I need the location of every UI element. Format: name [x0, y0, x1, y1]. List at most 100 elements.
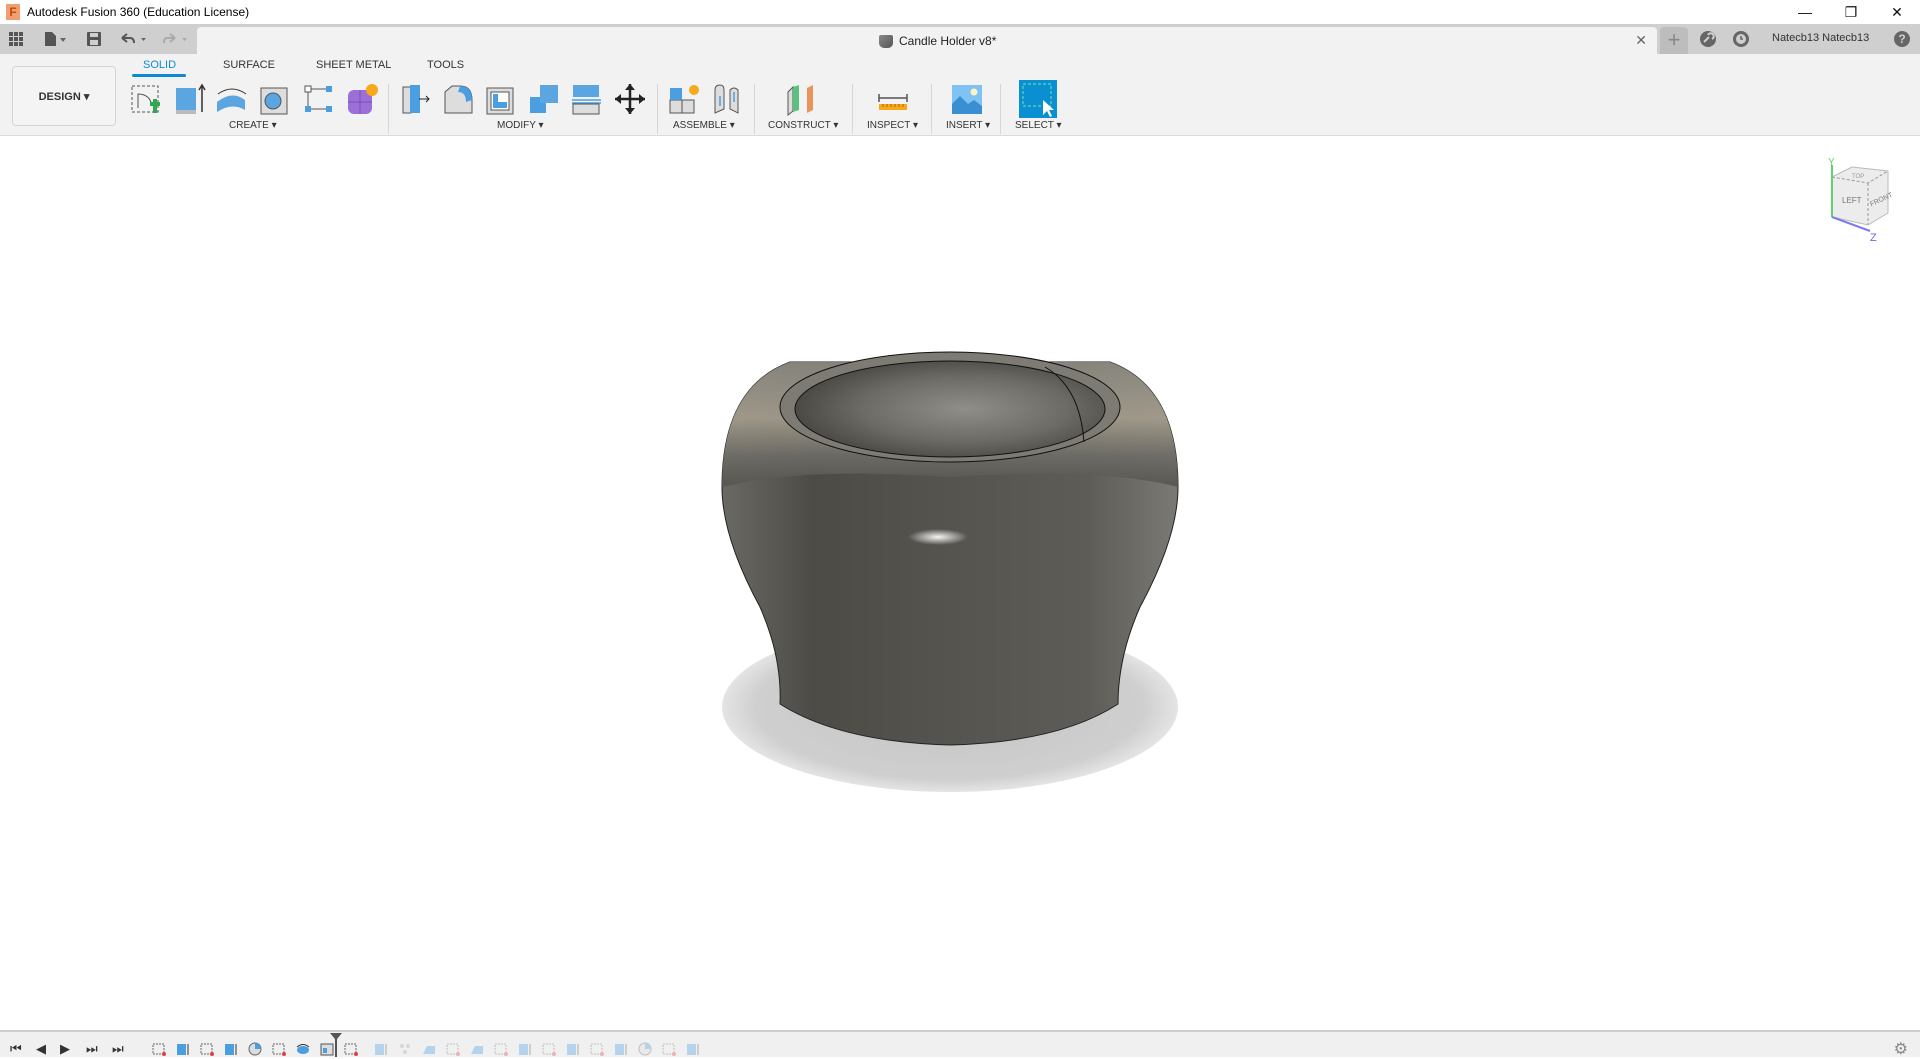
help-icon[interactable]: ? — [1894, 31, 1910, 47]
pattern-icon — [304, 85, 332, 112]
job-status-icon[interactable] — [1733, 31, 1749, 47]
play-button[interactable]: ▶ — [60, 1041, 70, 1057]
timeline-feature-extrude[interactable] — [614, 1042, 628, 1056]
timeline-feature-revolve[interactable] — [638, 1042, 652, 1056]
go-to-start-button[interactable]: ⏮ — [10, 1041, 22, 1057]
tab-strip: Candle Holder v8* ✕ + Natecb13 Natecb13 … — [0, 24, 1920, 54]
timeline-feature-sketch[interactable] — [446, 1042, 460, 1056]
timeline-feature-sketch[interactable] — [662, 1042, 676, 1056]
select-menu[interactable]: SELECT ▾ — [1015, 120, 1062, 131]
revolve-button[interactable] — [215, 82, 249, 116]
undo-button[interactable] — [116, 24, 150, 54]
timeline-feature-pattern[interactable] — [398, 1042, 412, 1056]
step-back-button[interactable]: ◀ — [36, 1041, 46, 1057]
extensions-icon[interactable] — [1700, 31, 1716, 47]
create-form-button[interactable] — [345, 82, 379, 116]
create-sketch-icon — [131, 85, 160, 113]
timeline-feature-extrude[interactable] — [566, 1042, 580, 1056]
timeline-feature-revolve[interactable] — [248, 1042, 262, 1056]
timeline-feature-sketch[interactable] — [200, 1042, 214, 1056]
construct-menu[interactable]: CONSTRUCT ▾ — [768, 120, 838, 131]
inspect-menu[interactable]: INSPECT ▾ — [867, 120, 918, 131]
file-icon — [45, 32, 66, 46]
pattern-button[interactable] — [302, 82, 336, 116]
undo-icon — [121, 33, 146, 44]
create-sketch-button[interactable] — [128, 82, 162, 116]
redo-button[interactable] — [158, 24, 192, 54]
document-tab[interactable]: Candle Holder v8* ✕ — [197, 27, 1657, 54]
joint-icon — [714, 84, 739, 114]
file-menu-button[interactable] — [38, 24, 72, 54]
viewcube-face-left[interactable]: LEFT — [1842, 196, 1862, 205]
timeline-feature-sketch[interactable] — [542, 1042, 556, 1056]
modify-menu[interactable]: MODIFY ▾ — [497, 120, 544, 131]
restore-button[interactable]: ❐ — [1828, 0, 1874, 24]
timeline-feature-sketch[interactable] — [590, 1042, 604, 1056]
document-tab-label: Candle Holder v8* — [879, 34, 996, 48]
step-forward-button[interactable]: ⏭ — [86, 1041, 98, 1057]
select-button[interactable] — [1019, 80, 1057, 118]
tab-tools[interactable]: TOOLS — [427, 59, 464, 71]
axis-z-label: Z — [1870, 232, 1877, 244]
user-account-button[interactable]: Natecb13 Natecb13 — [1772, 32, 1869, 44]
timeline-marker[interactable] — [330, 1033, 342, 1057]
move-icon — [615, 84, 645, 114]
timeline-feature-sketch[interactable] — [152, 1042, 166, 1056]
data-panel-button[interactable] — [4, 24, 28, 54]
timeline-feature-sketch[interactable] — [344, 1042, 358, 1056]
minimize-button[interactable]: — — [1782, 0, 1828, 24]
close-window-button[interactable]: ✕ — [1874, 0, 1920, 24]
joint-button[interactable] — [710, 82, 744, 116]
timeline-feature-extrude[interactable] — [224, 1042, 238, 1056]
workspace-switcher[interactable]: DESIGN ▾ — [12, 66, 116, 126]
go-to-end-button[interactable]: ⏭ — [112, 1041, 124, 1057]
tab-sheet-metal[interactable]: SHEET METAL — [316, 59, 391, 71]
measure-icon — [878, 94, 908, 110]
insert-image-button[interactable] — [950, 82, 984, 116]
timeline-feature-sketch[interactable] — [272, 1042, 286, 1056]
fillet-button[interactable] — [442, 82, 476, 116]
tab-surface[interactable]: SURFACE — [223, 59, 275, 71]
insert-image-icon — [952, 85, 982, 114]
timeline-feature-extrude[interactable] — [176, 1042, 190, 1056]
specular-highlight — [908, 529, 968, 545]
extrude-button[interactable] — [172, 82, 206, 116]
combine-button[interactable] — [527, 82, 561, 116]
model-canvas[interactable] — [0, 137, 1920, 1030]
timeline-feature-extrude[interactable] — [374, 1042, 388, 1056]
insert-menu[interactable]: INSERT ▾ — [946, 120, 990, 131]
offset-plane-button[interactable] — [785, 82, 819, 117]
press-pull-button[interactable] — [400, 82, 434, 116]
hole-button[interactable] — [258, 82, 292, 116]
title-bar: F Autodesk Fusion 360 (Education License… — [0, 0, 1920, 24]
fusion-logo-icon: F — [6, 4, 20, 20]
new-tab-button[interactable]: + — [1660, 27, 1688, 54]
timeline-feature-sketch[interactable] — [494, 1042, 508, 1056]
separator — [852, 84, 853, 134]
viewcube[interactable]: LEFT FRONT TOP Y Z — [1812, 155, 1902, 245]
timeline-feature-extrude[interactable] — [686, 1042, 700, 1056]
timeline-feature-shape[interactable] — [422, 1042, 436, 1056]
extrude-icon — [176, 83, 206, 114]
measure-button[interactable] — [876, 82, 910, 116]
separator — [388, 84, 389, 134]
split-body-button[interactable] — [570, 82, 604, 116]
create-menu[interactable]: CREATE ▾ — [229, 120, 277, 131]
viewcube-face-top[interactable]: TOP — [1852, 174, 1864, 180]
timeline-feature-extrude[interactable] — [518, 1042, 532, 1056]
shell-button[interactable] — [484, 82, 518, 116]
tab-solid[interactable]: SOLID — [143, 59, 176, 71]
canvas-viewport[interactable]: LEFT FRONT TOP Y Z — [0, 137, 1920, 1030]
assemble-menu[interactable]: ASSEMBLE ▾ — [673, 120, 735, 131]
timeline-feature-form[interactable] — [296, 1042, 310, 1056]
save-button[interactable] — [84, 24, 104, 54]
timeline-settings-icon[interactable]: ⚙ — [1894, 1039, 1908, 1059]
component-icon — [879, 34, 893, 48]
press-pull-icon — [402, 85, 430, 114]
timeline-feature-shape[interactable] — [470, 1042, 484, 1056]
split-body-icon — [572, 85, 601, 115]
close-tab-button[interactable]: ✕ — [1635, 32, 1647, 49]
move-copy-button[interactable] — [613, 82, 647, 116]
toolbar: DESIGN ▾ SOLID SURFACE SHEET METAL TOOLS… — [0, 54, 1920, 136]
new-component-button[interactable] — [667, 82, 701, 116]
